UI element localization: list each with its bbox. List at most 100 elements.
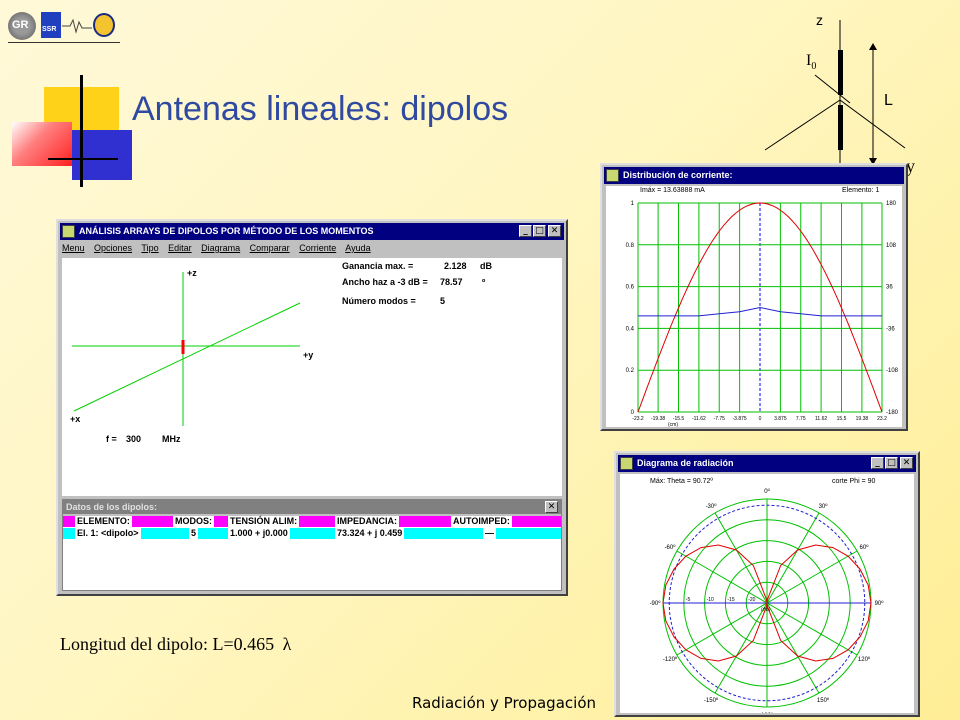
x-tick-label: -7.75: [714, 416, 726, 422]
radiation-pattern-window[interactable]: Diagrama de radiación _ □ ✕ Máx: Theta =…: [614, 451, 920, 717]
axis-z-label: z: [816, 12, 823, 28]
main-canvas[interactable]: +z +y +x f = 300 MHz Ganancia max. = 2.1…: [62, 258, 562, 496]
x-tick-label: 11.62: [815, 416, 827, 422]
current-window-titlebar[interactable]: Distribución de corriente:: [604, 167, 904, 184]
grid-radial: [676, 602, 768, 656]
angle-label: 180º: [761, 712, 774, 713]
angle-label: 150º: [817, 697, 830, 704]
axis-plus-z: +z: [187, 268, 197, 278]
row-tension: 1.000 + j0.000: [228, 528, 290, 539]
radial-tick-label: -20: [748, 597, 755, 603]
radiation-pattern-chart: 0º 30º 60º 90º 120º 150º 180º -150º -120º -90º -60…: [650, 488, 885, 713]
main-window-titlebar[interactable]: ANÁLISIS ARRAYS DE DIPOLOS POR MÉTODO DE…: [60, 223, 564, 240]
axis-plus-y: +y: [303, 350, 314, 360]
header-tension: TENSIÓN ALIM:: [228, 516, 300, 527]
x-tick-label: -11.62: [692, 416, 706, 422]
angle-label: -120º: [663, 656, 678, 663]
modes-value: 5: [440, 296, 446, 306]
y-right-tick-label: -36: [886, 326, 895, 332]
menu-item-opciones[interactable]: Opciones: [94, 243, 132, 253]
y-left-tick-label: 0.2: [626, 368, 635, 374]
pattern-plot-area[interactable]: Máx: Theta = 90.72º corte Phi = 90 0º 30º…: [620, 474, 914, 713]
x-tick-label: -23.2: [632, 416, 644, 422]
header-elemento: ELEMENTO:: [75, 516, 132, 527]
x-tick-label: 0: [759, 416, 762, 422]
ssr-logo-text: SSR: [42, 26, 57, 33]
main-analysis-window[interactable]: ANÁLISIS ARRAYS DE DIPOLOS POR MÉTODO DE…: [56, 219, 568, 596]
header-autoimped: AUTOIMPED:: [451, 516, 512, 527]
current-distribution-chart: -23.2 -19.38 -15.5 -11.62 -7.75 -3.875 0 3.875 7…: [626, 201, 899, 427]
angle-label: 90º: [875, 600, 885, 607]
y-left-tick-label: 0.6: [626, 285, 635, 291]
x-tick-label: 19.38: [856, 416, 869, 422]
pattern-window-title: Diagrama de radiación: [637, 458, 734, 468]
slide-title: Antenas lineales: dipolos: [132, 90, 509, 128]
y-left-tick-label: 1: [631, 201, 635, 207]
y-right-tick-label: 36: [886, 285, 893, 291]
angle-label: -60º: [665, 544, 677, 551]
menu-item-diagrama[interactable]: Diagrama: [201, 243, 240, 253]
y-left-tick-label: 0.4: [626, 326, 635, 332]
menu-item-menu[interactable]: Menu: [62, 243, 85, 253]
x-tick-label: -3.875: [733, 416, 747, 422]
y-right-tick-label: 180: [886, 201, 897, 207]
angle-label: -90º: [650, 600, 662, 607]
dipole-data-table[interactable]: ELEMENTO: MODOS: TENSIÓN ALIM: IMPEDANCI…: [63, 516, 561, 590]
lambda-symbol: λ: [282, 634, 292, 654]
x-unit-label: (cm): [668, 422, 678, 427]
app-icon: [62, 225, 75, 238]
header-impedancia: IMPEDANCIA:: [335, 516, 399, 527]
minimize-button[interactable]: _: [519, 225, 532, 237]
pattern-close-button[interactable]: ✕: [900, 457, 913, 469]
beamwidth-value: 78.57: [440, 277, 463, 287]
menu-bar: Menu Opciones Tipo Editar Diagrama Compa…: [62, 243, 378, 257]
menu-item-corriente[interactable]: Corriente: [299, 243, 336, 253]
deco-horizontal-line: [48, 158, 118, 160]
pattern-window-titlebar[interactable]: Diagrama de radiación _ □ ✕: [618, 455, 916, 472]
y-right-tick-label: 108: [886, 243, 897, 249]
grid-radial: [766, 550, 858, 604]
length-label: L: [884, 92, 893, 109]
dipole-data-close-button[interactable]: ✕: [545, 501, 558, 513]
menu-item-comparar[interactable]: Comparar: [250, 243, 290, 253]
angle-label: 120º: [858, 656, 871, 663]
signal-logo: [62, 18, 92, 34]
x-tick-label: 7.75: [796, 416, 806, 422]
grid-radial: [714, 602, 768, 694]
grid-radial: [766, 602, 820, 694]
deco-vertical-line: [80, 75, 83, 187]
dipole-data-titlebar[interactable]: Datos de los dipolos: ✕: [63, 500, 561, 514]
pattern-maximize-button[interactable]: □: [885, 457, 898, 469]
dipole-length-caption: Longitud del dipolo: L=0.465 λ: [60, 634, 291, 655]
y-right-tick-label: -180: [886, 410, 899, 416]
ssr-logo: SSR: [41, 12, 61, 38]
angle-label: 60º: [860, 544, 870, 551]
angle-label: 0º: [764, 488, 770, 495]
x-tick-label: 23.2: [877, 416, 887, 422]
pattern-window-icon: [620, 457, 633, 470]
dipole-data-title: Datos de los dipolos:: [66, 502, 158, 512]
radial-tick-label: -15: [727, 597, 734, 603]
axis-plus-x: +x: [70, 414, 81, 424]
university-seal-logo: [93, 13, 115, 37]
x-tick-label: 15.5: [837, 416, 847, 422]
x-tick-label: -19.38: [651, 416, 665, 422]
grid-radial: [766, 512, 820, 604]
freq-value: 300: [126, 434, 142, 444]
dipole-axes-figure: [764, 20, 906, 175]
angle-label: -30º: [706, 503, 718, 510]
maximize-button[interactable]: □: [533, 225, 546, 237]
modes-label: Número modos =: [342, 296, 416, 306]
close-button[interactable]: ✕: [548, 225, 561, 237]
dipole-data-window[interactable]: Datos de los dipolos: ✕ ELEMENTO: MODOS:…: [62, 499, 562, 591]
gain-unit: dB: [480, 261, 492, 271]
menu-item-ayuda[interactable]: Ayuda: [345, 243, 370, 253]
menu-item-tipo[interactable]: Tipo: [141, 243, 158, 253]
current-plot-area[interactable]: Imáx = 13.63888 mA Elemento: 1 -23.2 -19.…: [606, 186, 902, 427]
radial-tick-label: -10: [707, 597, 714, 603]
current-distribution-window[interactable]: Distribución de corriente: Imáx = 13.638…: [600, 163, 908, 431]
radial-tick-label: -5: [686, 597, 691, 603]
menu-item-editar[interactable]: Editar: [168, 243, 192, 253]
current-subscript: 0: [811, 61, 817, 73]
pattern-minimize-button[interactable]: _: [871, 457, 884, 469]
